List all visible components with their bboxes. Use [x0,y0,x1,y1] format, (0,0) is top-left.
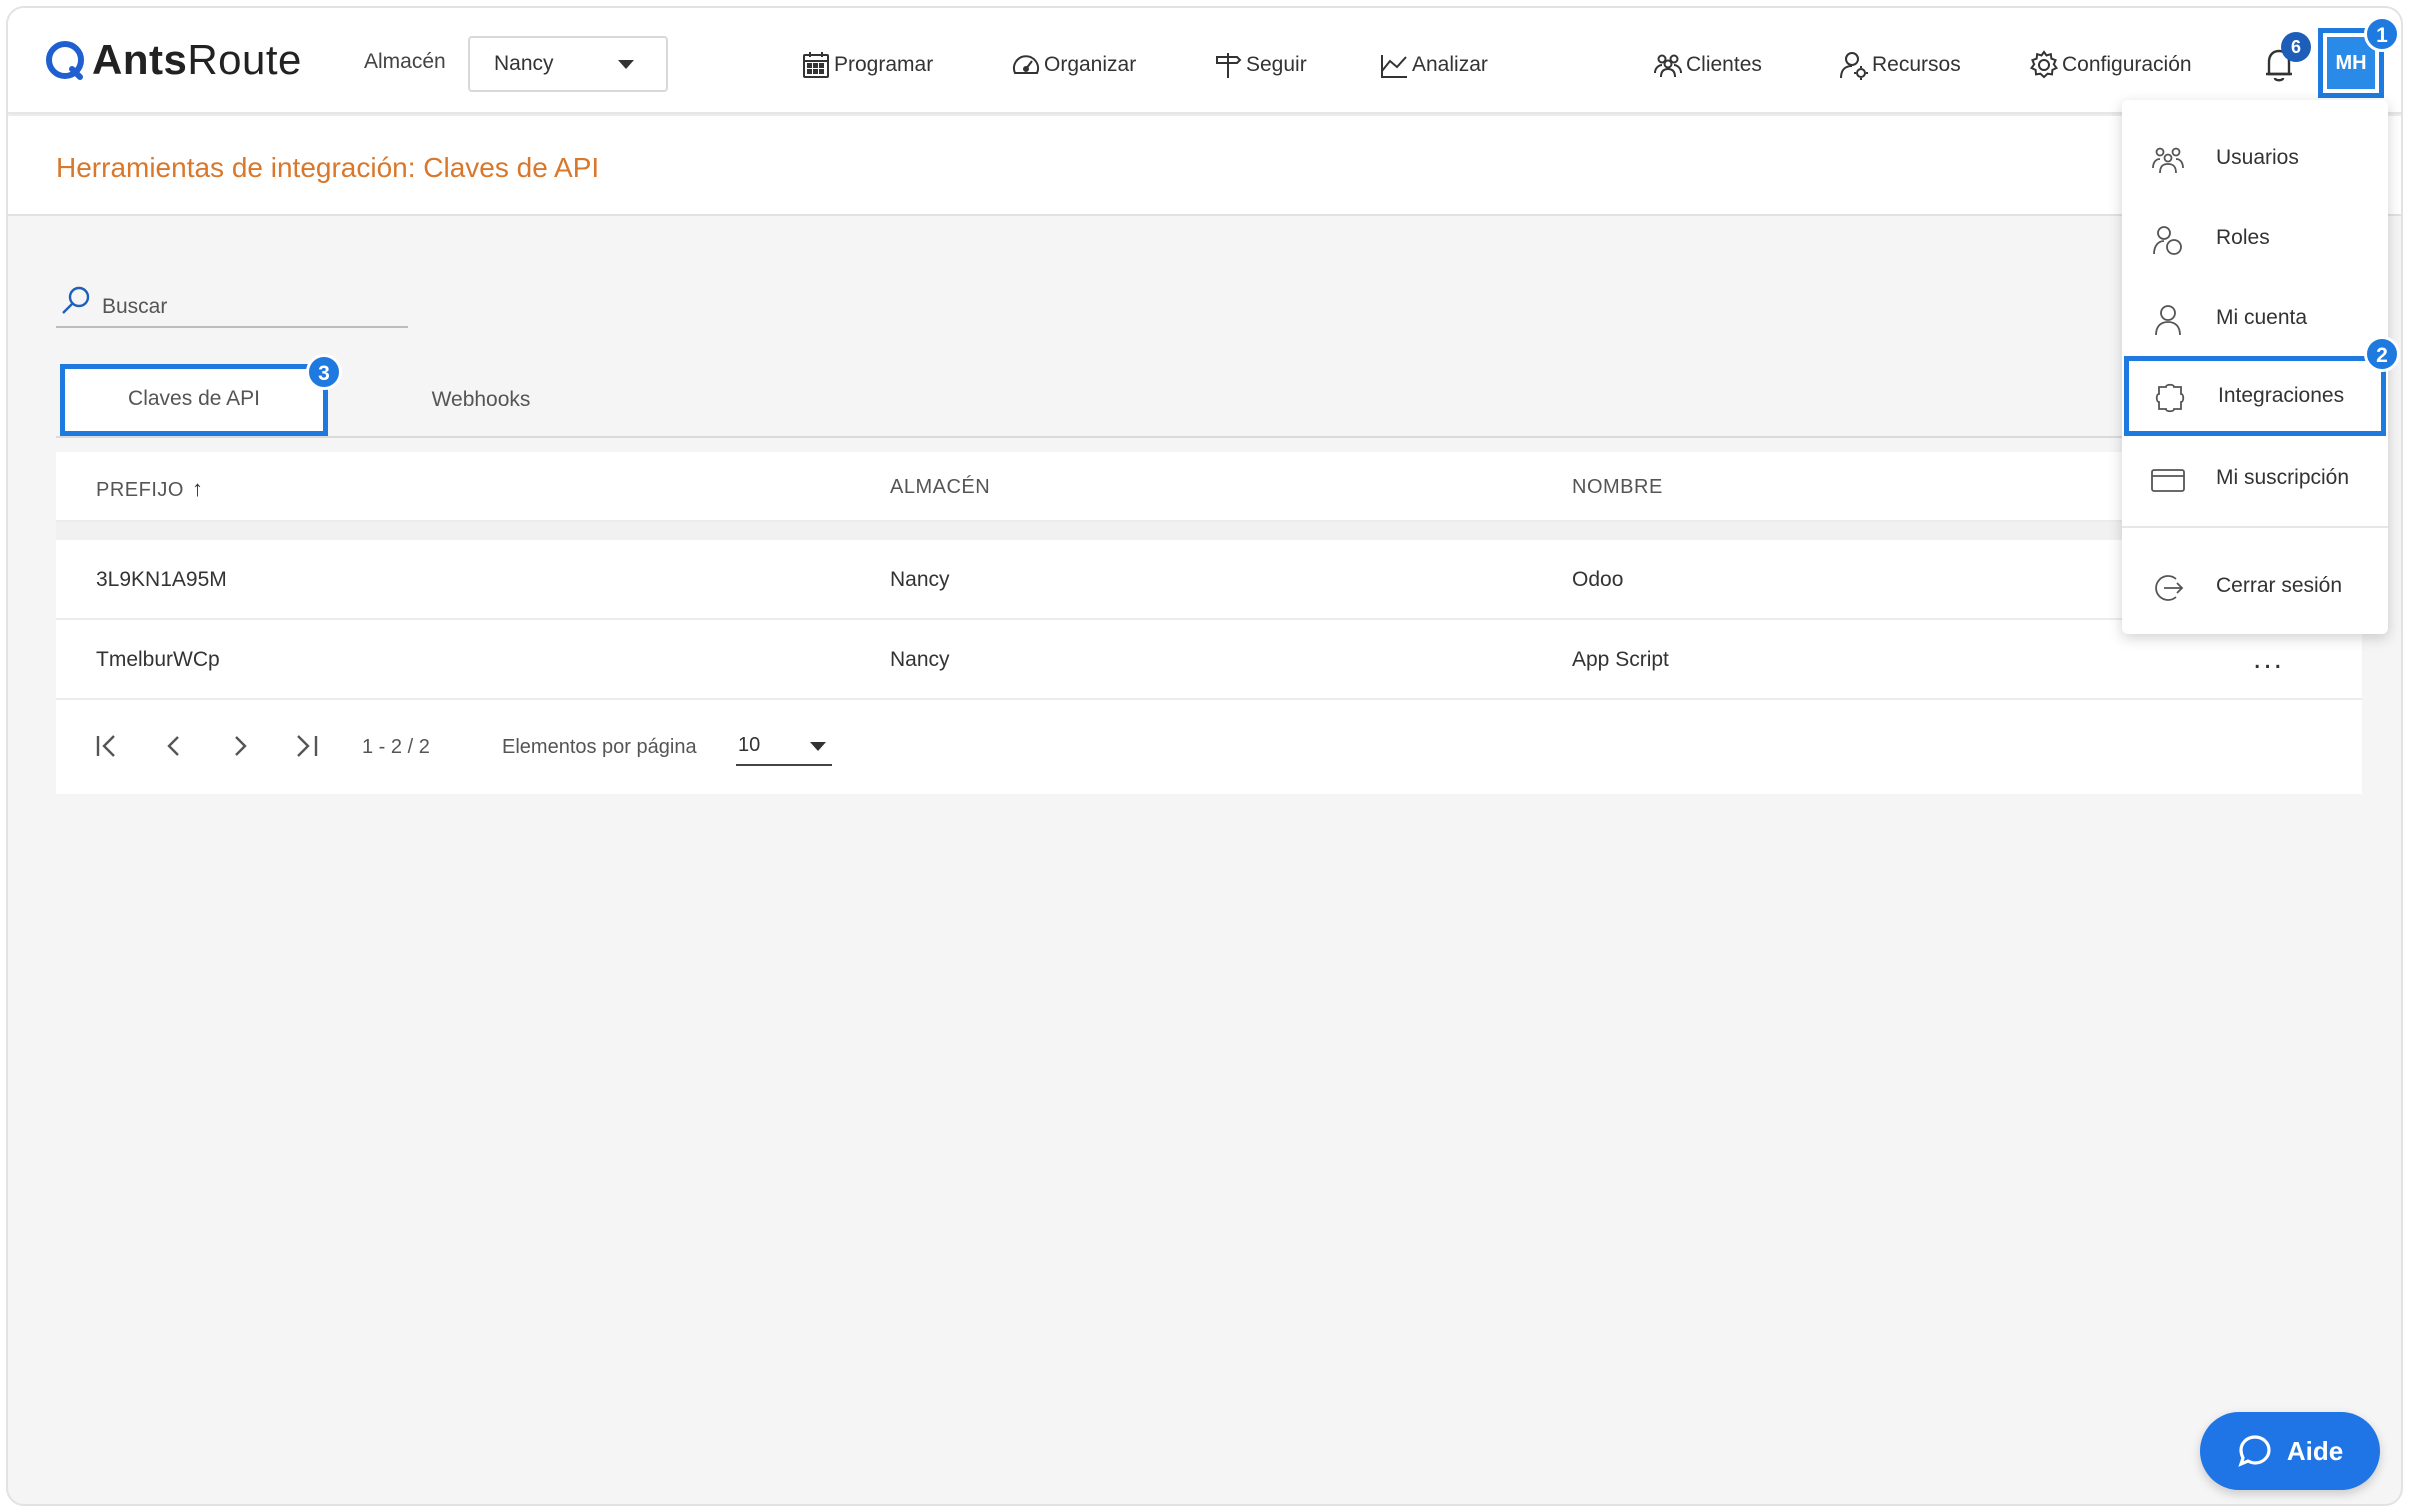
user-icon [2155,305,2181,336]
menu-item-integrations-label: Integraciones [2218,384,2345,407]
warehouse-select[interactable]: Nancy [468,36,668,92]
chart-icon [1381,55,1407,78]
items-per-page-value: 10 [738,734,761,756]
menu-item-subscription[interactable]: Mi suscripción [2122,438,2388,518]
menu-item-logout-label: Cerrar sesión [2216,574,2343,597]
cell-warehouse: Nancy [890,568,950,591]
nav-clients-label: Clientes [1686,53,1762,76]
menu-item-my-account[interactable]: Mi cuenta [2122,278,2388,358]
page-header: Herramientas de integración: Claves de A… [8,116,2401,216]
items-per-page-select[interactable]: 10 [736,726,832,766]
tab-api-keys[interactable]: Claves de API [60,364,328,436]
nav-analyze-label: Analizar [1412,53,1488,76]
puzzle-icon [2155,383,2185,413]
previous-page-icon[interactable] [158,730,190,762]
cell-warehouse: Nancy [890,648,950,671]
column-header-prefix[interactable]: PREFIJO ↑ [96,476,203,502]
menu-item-integrations[interactable]: Integraciones [2124,356,2386,436]
page-title: Herramientas de integración: Claves de A… [56,152,600,183]
warehouse-select-value: Nancy [494,52,554,75]
arrow-up-icon: ↑ [191,476,204,501]
nav-track-label: Seguir [1246,53,1307,76]
tab-bar: Claves de API Webhooks [56,364,2362,438]
table-row[interactable]: 3L9KN1A95M Nancy Odoo [56,540,2362,620]
nav-resources[interactable]: Recursos [1838,48,1961,82]
resources-icon [1840,52,1868,80]
logo-icon [46,41,84,80]
column-prefix-label: PREFIJO [96,479,184,501]
pagination-range: 1 - 2 / 2 [362,736,430,758]
top-bar: AntsRoute Almacén Nancy Programar Organi… [8,8,2401,114]
credit-card-icon [2151,469,2185,492]
clients-icon [1654,54,1682,78]
user-menu: Usuarios Roles Mi cuenta Integraciones M… [2122,100,2388,634]
step-badge-2: 2 [2364,336,2400,372]
menu-divider [2122,526,2388,528]
pagination: 1 - 2 / 2 Elementos por página 10 [56,700,2362,794]
nav-schedule[interactable]: Programar [800,48,933,82]
menu-item-logout[interactable]: Cerrar sesión [2122,546,2388,626]
step-badge-3: 3 [306,354,342,390]
menu-item-roles-label: Roles [2216,226,2270,249]
app-window: AntsRoute Almacén Nancy Programar Organi… [6,6,2403,1506]
roles-icon [2153,226,2182,255]
nav-organize[interactable]: Organizar [1010,48,1136,82]
help-button-label: Aide [2286,1435,2344,1466]
nav-settings-label: Configuración [2062,53,2192,76]
first-page-icon[interactable] [92,730,124,762]
help-chat-button[interactable]: Aide [2200,1412,2380,1490]
search-input[interactable] [102,292,392,322]
cell-prefix: 3L9KN1A95M [96,568,227,591]
table-row[interactable]: TmelburWCp Nancy App Script ... [56,620,2362,700]
speedometer-icon [1013,55,1039,74]
chevron-down-icon [618,60,634,69]
cell-prefix: TmelburWCp [96,648,220,671]
chat-bubble-icon [2238,1435,2271,1467]
nav-schedule-label: Programar [834,53,934,76]
next-page-icon[interactable] [224,730,256,762]
nav-settings[interactable]: Configuración [2028,48,2192,82]
cell-name: Odoo [1572,568,1624,591]
nav-organize-label: Organizar [1044,53,1137,76]
nav-resources-label: Recursos [1872,53,1961,76]
search-box [56,280,408,328]
users-icon [2152,147,2184,174]
signpost-icon [1216,53,1242,78]
gear-icon [2029,50,2059,79]
table-header: PREFIJO ↑ ALMACÉN NOMBRE [56,452,2362,522]
nav-clients[interactable]: Clientes [1652,48,1762,82]
warehouse-label: Almacén [364,50,446,73]
menu-item-roles[interactable]: Roles [2122,198,2388,278]
cell-name: App Script [1572,648,1669,671]
nav-analyze[interactable]: Analizar [1378,48,1488,82]
tab-webhooks[interactable]: Webhooks [366,364,596,436]
search-icon [62,286,90,314]
last-page-icon[interactable] [290,730,322,762]
nav-track[interactable]: Seguir [1212,48,1307,82]
row-more-options-icon[interactable]: ... [2253,642,2284,676]
api-keys-table: PREFIJO ↑ ALMACÉN NOMBRE 3L9KN1A95M Nancy… [56,452,2362,794]
step-badge-1: 1 [2364,16,2400,52]
logout-icon [2155,575,2184,601]
menu-item-users-label: Usuarios [2216,146,2299,169]
calendar-icon [803,52,829,78]
logo-text: AntsRoute [92,36,302,83]
column-header-name[interactable]: NOMBRE [1572,476,1663,499]
menu-item-my-account-label: Mi cuenta [2216,306,2308,329]
menu-item-subscription-label: Mi suscripción [2216,466,2350,489]
chevron-down-icon [810,742,826,751]
table-spacer [56,522,2362,540]
menu-item-users[interactable]: Usuarios [2122,118,2388,198]
column-header-warehouse[interactable]: ALMACÉN [890,476,990,499]
antsroute-logo[interactable]: AntsRoute [44,34,302,86]
items-per-page-label: Elementos por página [502,736,697,758]
notification-count-badge: 6 [2281,32,2311,62]
